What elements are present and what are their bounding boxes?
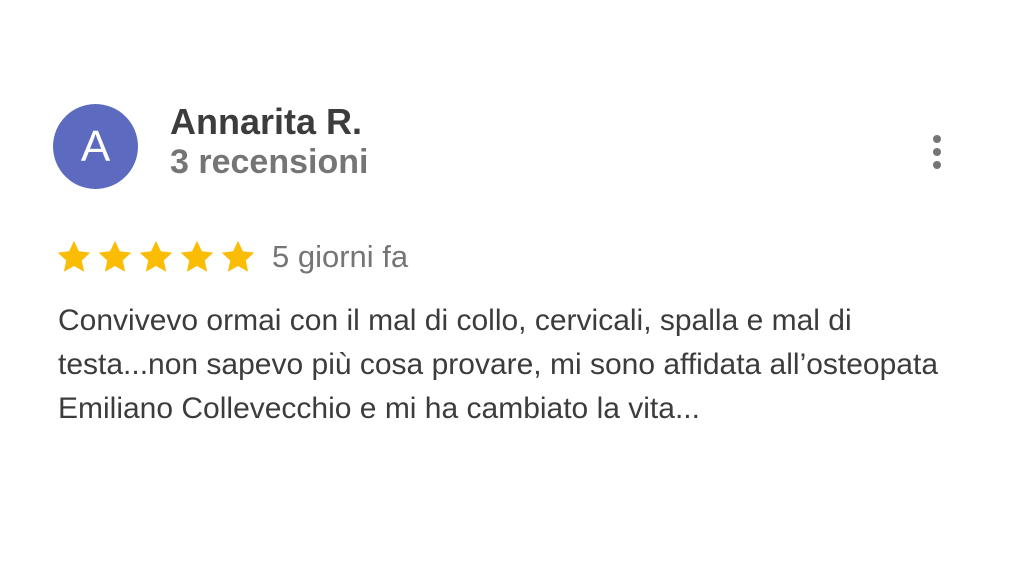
review-date: 5 giorni fa [272,239,409,274]
more-vert-icon-dot [933,161,941,169]
more-vert-icon-dot [933,148,941,156]
star-rating [55,238,257,276]
review-card: A Annarita R. 3 recensioni 5 giorni fa C… [0,0,1024,577]
star-icon [57,240,91,272]
more-options-button[interactable] [920,130,954,174]
more-vert-icon [933,135,941,143]
star-icon [98,240,132,272]
review-text: Convivevo ormai con il mal di collo, cer… [58,304,939,425]
star-icon [180,240,214,272]
review-count[interactable]: 3 recensioni [170,143,368,182]
rating-row: 5 giorni fa [55,236,408,278]
avatar-initial: A [80,121,111,171]
star-icon [139,240,173,272]
avatar[interactable]: A [53,104,138,189]
reviewer-name[interactable]: Annarita R. [170,101,362,143]
star-icon [221,240,255,272]
